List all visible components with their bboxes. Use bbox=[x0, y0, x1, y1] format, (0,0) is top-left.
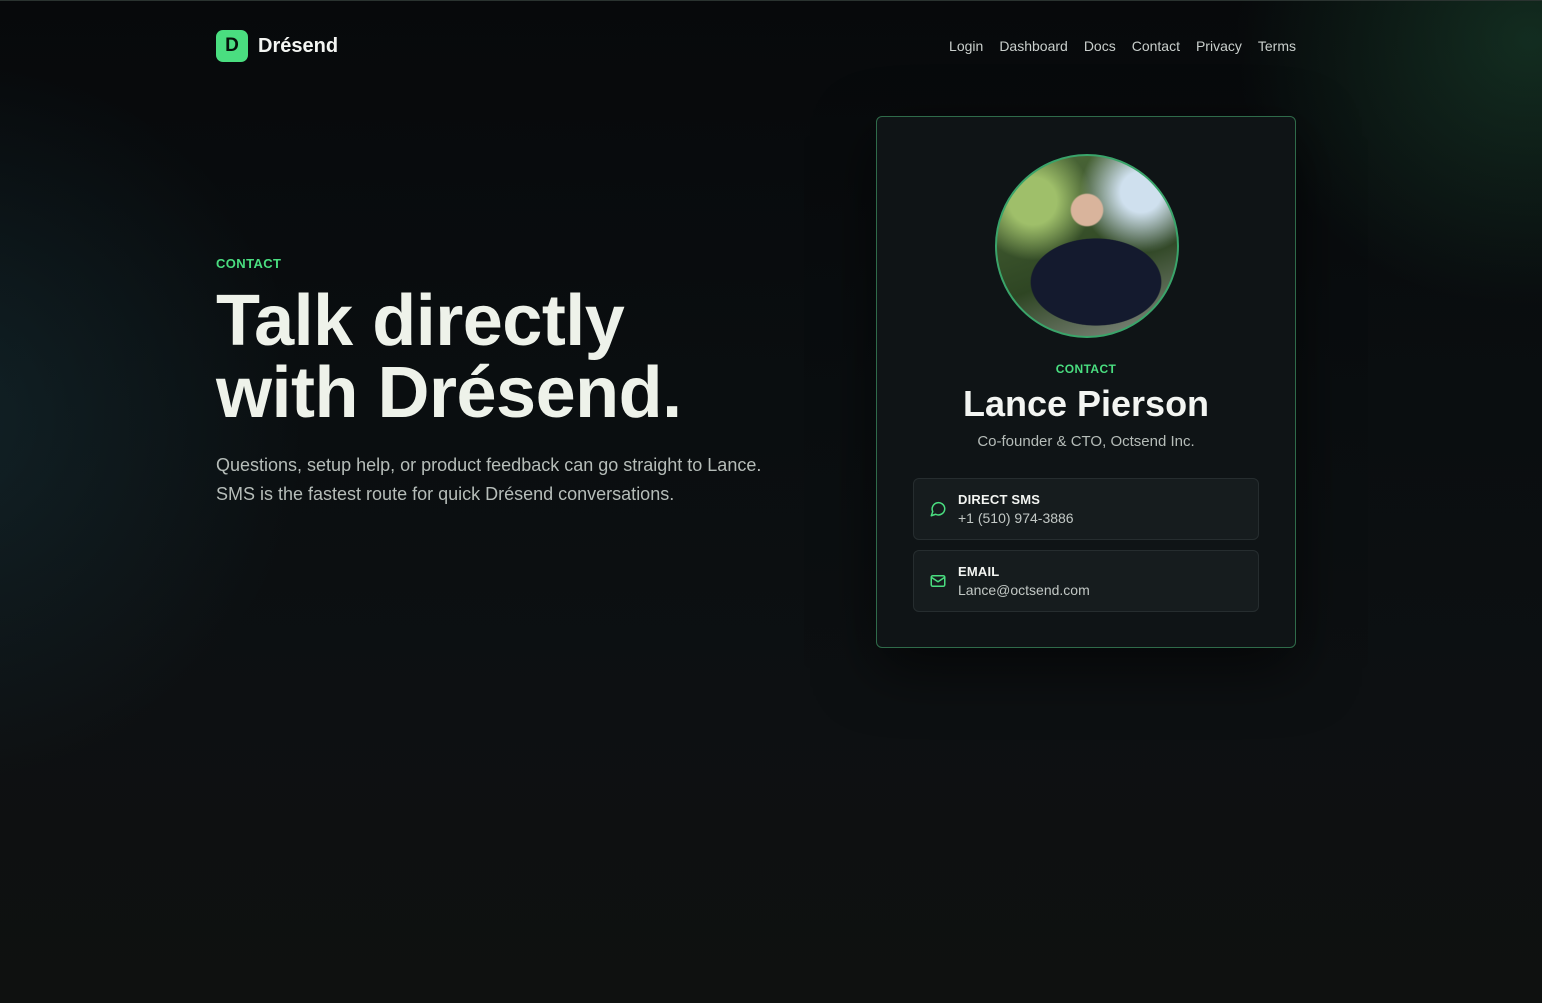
contact-role: Co-founder & CTO, Octsend Inc. bbox=[977, 433, 1195, 450]
hero-description-line-2: SMS is the fastest route for quick Drése… bbox=[216, 484, 675, 504]
email-text: EMAIL Lance@octsend.com bbox=[958, 564, 1090, 598]
contact-name: Lance Pierson bbox=[962, 383, 1210, 424]
top-navigation: D Drésend Login Dashboard Docs Contact P… bbox=[216, 30, 1296, 62]
hero-description-line-1: Questions, setup help, or product feedba… bbox=[216, 455, 762, 475]
hero-headline: Talk directly with Drésend. bbox=[216, 285, 816, 429]
nav-terms[interactable]: Terms bbox=[1258, 38, 1296, 54]
nav-login[interactable]: Login bbox=[949, 38, 983, 54]
brand-name: Drésend bbox=[258, 34, 339, 57]
nav-links: Login Dashboard Docs Contact Privacy Ter… bbox=[949, 38, 1296, 54]
message-circle-icon bbox=[928, 499, 948, 519]
sms-number: +1 (510) 974-3886 bbox=[958, 510, 1074, 526]
direct-sms-link[interactable]: DIRECT SMS +1 (510) 974-3886 bbox=[913, 478, 1259, 540]
hero-eyebrow: CONTACT bbox=[216, 256, 282, 271]
hero-headline-line-1: Talk directly bbox=[216, 281, 625, 361]
nav-docs[interactable]: Docs bbox=[1084, 38, 1116, 54]
brand-mark-icon: D bbox=[216, 30, 248, 62]
profile-photo-avatar bbox=[995, 154, 1179, 338]
card-eyebrow: CONTACT bbox=[1055, 362, 1117, 376]
hero-section: CONTACT Talk directly with Drésend. Ques… bbox=[216, 256, 816, 509]
brand-logo[interactable]: D Drésend bbox=[216, 30, 338, 62]
email-label: EMAIL bbox=[958, 564, 1000, 579]
email-address: Lance@octsend.com bbox=[958, 582, 1090, 598]
sms-text: DIRECT SMS +1 (510) 974-3886 bbox=[958, 492, 1074, 526]
sms-label: DIRECT SMS bbox=[958, 492, 1041, 507]
contact-card: CONTACT Lance Pierson Co-founder & CTO, … bbox=[876, 116, 1296, 648]
nav-privacy[interactable]: Privacy bbox=[1196, 38, 1242, 54]
hero-description: Questions, setup help, or product feedba… bbox=[216, 451, 816, 509]
nav-contact[interactable]: Contact bbox=[1132, 38, 1180, 54]
email-link[interactable]: EMAIL Lance@octsend.com bbox=[913, 550, 1259, 612]
nav-dashboard[interactable]: Dashboard bbox=[999, 38, 1068, 54]
hero-headline-line-2: with Drésend. bbox=[216, 353, 682, 433]
mail-icon bbox=[928, 571, 948, 591]
